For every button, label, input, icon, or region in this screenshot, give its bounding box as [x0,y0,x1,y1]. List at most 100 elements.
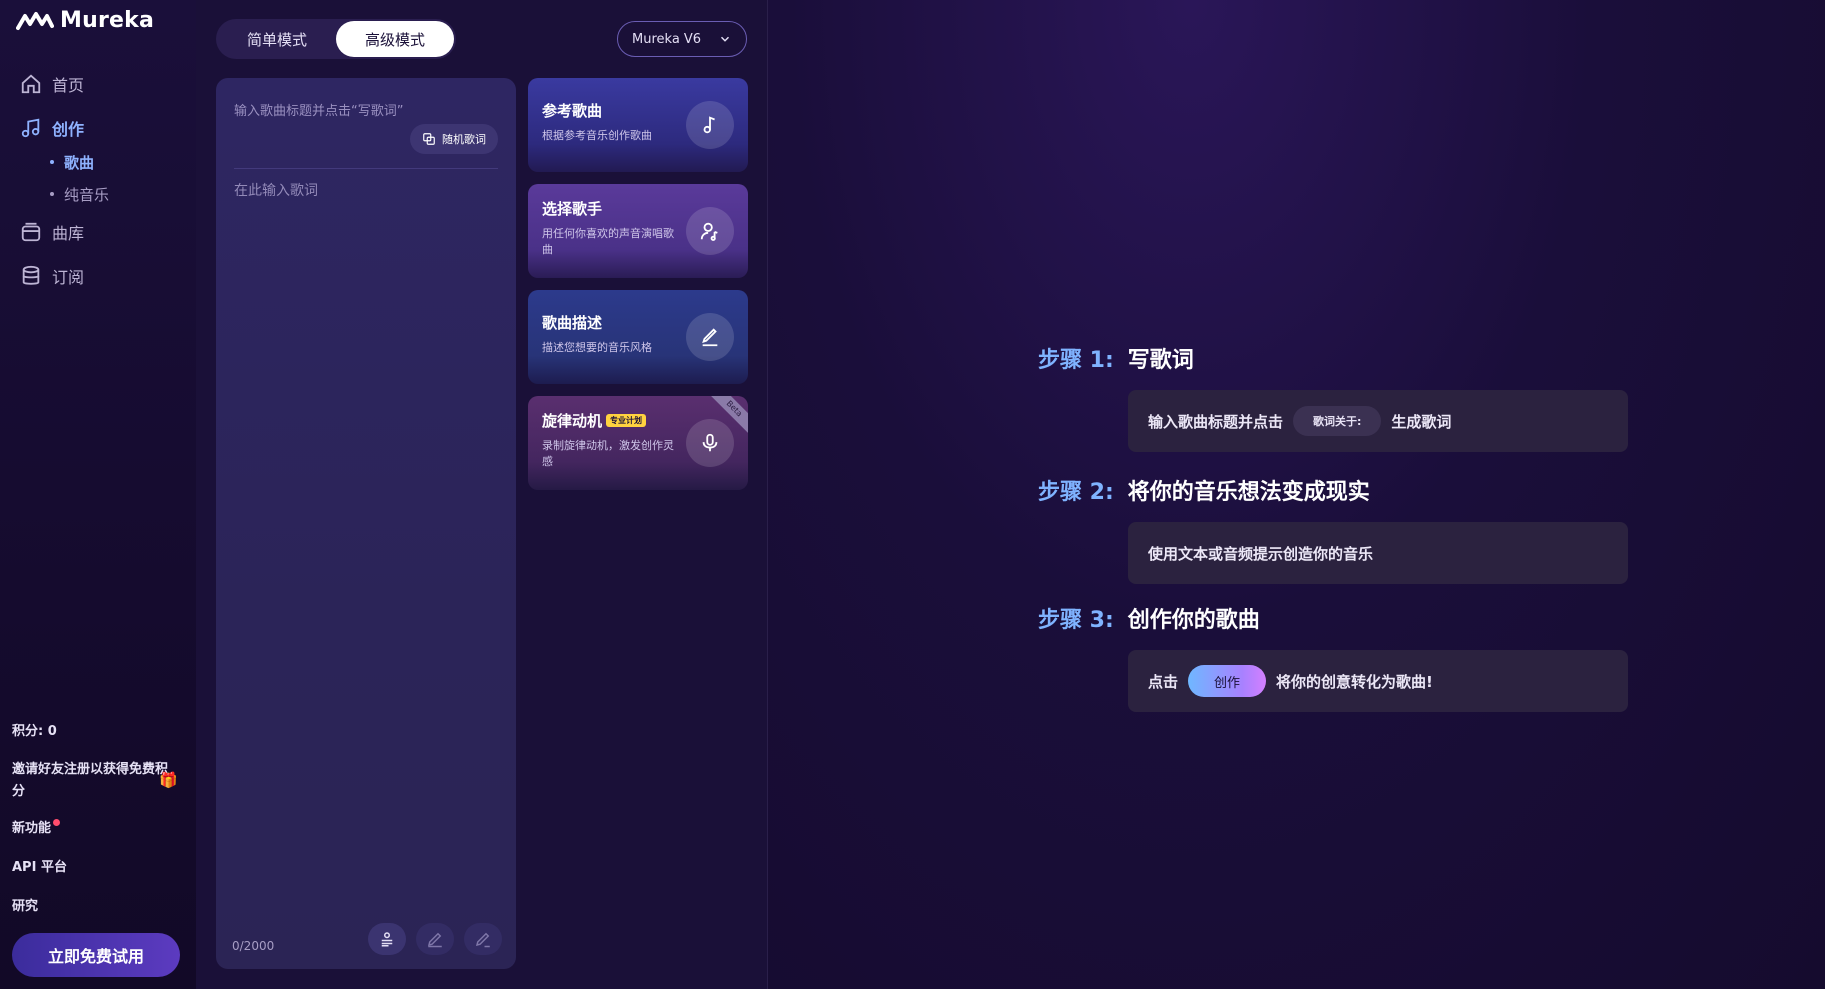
pen-icon [427,932,442,948]
nav-label-subscribe: 订阅 [52,268,85,287]
bullet-dot [50,160,54,164]
card-desc: 用任何你喜欢的声音演唱歌曲 [542,227,674,256]
lyrics-tools [368,923,502,955]
step-text: 将你的创意转化为歌曲! [1276,672,1433,691]
card-title: 歌曲描述 [542,314,603,332]
nav-label-home: 首页 [52,76,85,95]
simple-mode-button[interactable]: 简单模式 [218,21,336,57]
free-trial-button[interactable]: 立即免费试用 [12,933,180,977]
singer-icon [700,222,718,241]
step-title: 写歌词 [1127,348,1194,373]
card-title-text: 旋律动机 [542,412,603,430]
step-2: 步骤 2: 将你的音乐想法变成现实 使用文本或音频提示创造你的音乐 [1038,474,1628,584]
editor-column: 简单模式 高级模式 Mureka V6 输入歌曲标题并点击“写歌词” 随机歌词 … [196,0,768,989]
invite-text: 邀请好友注册以获得免费积分 [12,762,169,799]
dice-icon [423,133,435,145]
database-icon [22,265,40,285]
nav-item-library[interactable]: 曲库 [20,218,190,246]
divider [234,168,498,169]
song-title-input[interactable]: 输入歌曲标题并点击“写歌词” [234,100,403,119]
card-icon-wrap [686,419,734,467]
subnav-item-instrumental[interactable]: 纯音乐 [50,178,190,210]
step-3: 步骤 3: 创作你的歌曲 点击 创作 将你的创意转化为歌曲! [1038,602,1628,712]
chevron-down-icon [720,36,730,42]
card-icon-wrap [686,207,734,255]
home-icon [21,74,41,94]
new-features-link[interactable]: 新功能 [12,817,192,836]
pen-icon [702,328,718,347]
card-title: 旋律动机 专业计划 [542,410,647,431]
card-song-description[interactable]: 歌曲描述 描述您想要的音乐风格 [528,290,748,384]
logo-wave-icon [16,11,54,30]
sidebar-bottom-links: 积分: 0 邀请好友注册以获得免费积分 🎁 新功能 API 平台 研究 [12,720,192,934]
step-text: 输入歌曲标题并点击 [1148,412,1284,431]
logo[interactable]: Mureka [16,8,154,33]
nav-label-library: 曲库 [52,224,85,243]
edit-lyrics-button[interactable] [416,923,454,955]
step-box: 点击 创作 将你的创意转化为歌曲! [1128,650,1628,712]
card-desc: 根据参考音乐创作歌曲 [542,129,652,142]
card-reference-song[interactable]: 参考歌曲 根据参考音乐创作歌曲 [528,78,748,172]
nav-item-subscribe[interactable]: 订阅 [20,262,190,290]
bullet-dot [50,192,54,196]
music-note-icon [21,118,40,138]
mode-toggle: 简单模式 高级模式 [216,19,456,59]
step-text: 使用文本或音频提示创造你的音乐 [1148,544,1374,563]
create-subnav: 歌曲 纯音乐 [50,146,190,210]
lyrics-about-pill: 歌词关于: [1293,406,1382,436]
lyrics-format-button[interactable] [368,923,406,955]
step-1: 步骤 1: 写歌词 输入歌曲标题并点击 歌词关于: 生成歌词 [1038,342,1628,452]
step-text: 点击 [1148,672,1179,691]
research-link[interactable]: 研究 [12,895,192,914]
step-title: 将你的音乐想法变成现实 [1127,480,1370,505]
gift-icon: 🎁 [159,771,178,789]
main-nav: 首页 创作 歌曲 纯音乐 曲库 订阅 [20,70,190,306]
model-select[interactable]: Mureka V6 [617,21,747,57]
create-button[interactable]: 创作 [1188,665,1267,697]
step-box: 输入歌曲标题并点击 歌词关于: 生成歌词 [1128,390,1628,452]
nav-item-home[interactable]: 首页 [20,70,190,98]
card-icon-wrap [686,313,734,361]
subnav-label-song: 歌曲 [64,153,95,172]
char-count: 0/2000 [232,939,275,953]
step-box: 使用文本或音频提示创造你的音乐 [1128,522,1628,584]
sidebar: Mureka 首页 创作 歌曲 纯音乐 曲库 订阅 积分: 0 邀请好友注册以获… [0,0,196,989]
microphone-icon [702,433,718,452]
step-text: 生成歌词 [1391,412,1452,431]
ai-edit-lyrics-button[interactable] [464,923,502,955]
feature-cards: 参考歌曲 根据参考音乐创作歌曲 选择歌手 用任何你喜欢的声音演唱歌曲 歌曲描述 … [528,78,748,502]
card-icon-wrap [686,101,734,149]
subnav-item-song[interactable]: 歌曲 [50,146,190,178]
pen-sparkle-icon [475,932,490,948]
pro-plan-badge: 专业计划 [606,414,647,427]
music-note-icon [703,116,715,134]
card-title: 参考歌曲 [542,102,603,120]
random-lyrics-button[interactable]: 随机歌词 [410,124,498,154]
lyrics-textarea[interactable]: 在此输入歌词 [234,180,318,200]
notification-dot [53,819,61,826]
card-choose-singer[interactable]: 选择歌手 用任何你喜欢的声音演唱歌曲 [528,184,748,278]
nav-label-create: 创作 [52,120,85,139]
advanced-mode-button[interactable]: 高级模式 [336,21,454,57]
invite-link[interactable]: 邀请好友注册以获得免费积分 🎁 [12,759,178,803]
credits-text: 积分: 0 [12,724,57,739]
step-label: 步骤 2: 将你的音乐想法变成现实 [1038,474,1538,506]
step-label: 步骤 3: 创作你的歌曲 [1038,602,1538,634]
guide-area: 步骤 1: 写歌词 输入歌曲标题并点击 歌词关于: 生成歌词 步骤 2: 将你的… [768,0,1825,989]
random-lyrics-label: 随机歌词 [442,133,486,146]
logo-text: Mureka [60,8,155,33]
lyrics-format-icon [381,932,393,947]
step-label: 步骤 1: 写歌词 [1038,342,1538,374]
step-number: 步骤 1: [1038,348,1114,373]
api-platform-link[interactable]: API 平台 [12,856,192,875]
app-root: Mureka 首页 创作 歌曲 纯音乐 曲库 订阅 积分: 0 邀请好友注册以获… [0,0,1825,989]
card-desc: 描述您想要的音乐风格 [542,341,652,354]
new-features-text: 新功能 [12,821,52,836]
library-icon [21,222,41,242]
nav-item-create[interactable]: 创作 [20,114,190,142]
model-select-value: Mureka V6 [632,31,702,47]
card-melody-motif[interactable]: 旋律动机 专业计划 Beta 录制旋律动机，激发创作灵感 [528,396,748,490]
subnav-label-instrumental: 纯音乐 [64,185,110,204]
step-title: 创作你的歌曲 [1127,608,1260,633]
step-number: 步骤 3: [1038,608,1114,633]
